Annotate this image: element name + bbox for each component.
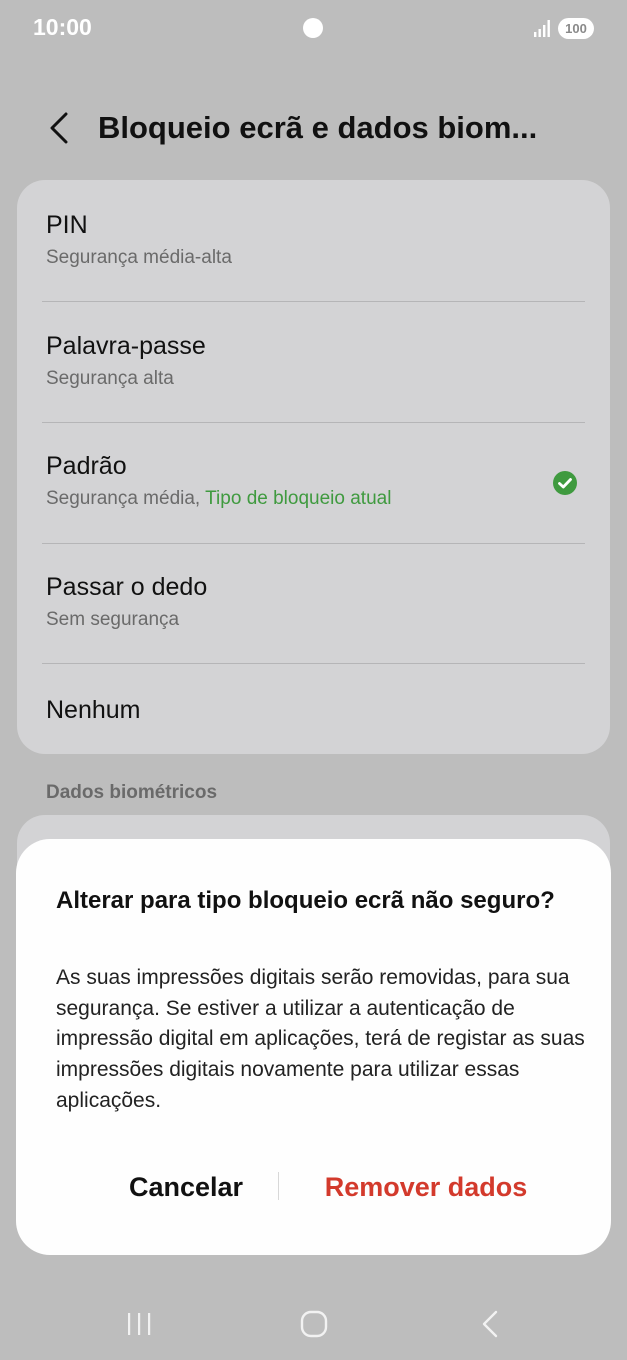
camera-dot	[303, 18, 323, 38]
option-title: Passar o dedo	[46, 573, 208, 601]
check-circle-icon	[553, 471, 577, 495]
current-lock-label: Tipo de bloqueio atual	[205, 488, 392, 509]
navigation-bar	[0, 1290, 627, 1360]
option-pin[interactable]: PIN Segurança média-alta	[46, 210, 586, 271]
option-password[interactable]: Palavra-passe Segurança alta	[46, 331, 586, 392]
biometrics-section-label: Dados biométricos	[46, 782, 218, 803]
button-divider	[278, 1172, 279, 1200]
option-subtitle: Segurança média, Tipo de bloqueio atual	[46, 486, 586, 512]
divider	[42, 543, 585, 544]
option-subtitle: Segurança média-alta	[46, 247, 232, 268]
remove-data-button[interactable]: Remover dados	[306, 1165, 546, 1209]
back-icon[interactable]	[470, 1304, 510, 1344]
status-bar: 10:00 100	[0, 0, 627, 58]
lock-type-list: PIN Segurança média-alta Palavra-passe S…	[17, 180, 610, 754]
option-title: Padrão	[46, 452, 127, 480]
dialog-title: Alterar para tipo bloqueio ecrã não segu…	[56, 887, 555, 914]
chevron-left-icon[interactable]	[42, 110, 78, 146]
option-title: PIN	[46, 211, 88, 239]
divider	[42, 301, 585, 302]
option-title: Nenhum	[46, 696, 141, 724]
battery-icon: 100	[558, 18, 594, 39]
option-subtitle: Sem segurança	[46, 609, 180, 630]
home-icon[interactable]	[294, 1304, 334, 1344]
option-title: Palavra-passe	[46, 332, 206, 360]
signal-icon	[534, 20, 550, 37]
confirm-dialog: Alterar para tipo bloqueio ecrã não segu…	[16, 839, 611, 1255]
option-none[interactable]: Nenhum	[46, 695, 586, 725]
option-swipe[interactable]: Passar o dedo Sem segurança	[46, 572, 586, 633]
option-pattern[interactable]: Padrão Segurança média, Tipo de bloqueio…	[46, 451, 586, 512]
divider	[42, 663, 585, 664]
status-time: 10:00	[33, 14, 92, 40]
cancel-button[interactable]: Cancelar	[96, 1165, 276, 1209]
option-subtitle: Segurança alta	[46, 368, 174, 389]
dialog-message: As suas impressões digitais serão removi…	[56, 966, 585, 1112]
recents-icon[interactable]	[119, 1304, 159, 1344]
option-subtitle-text: Segurança média,	[46, 488, 201, 509]
divider	[42, 422, 585, 423]
page-title: Bloqueio ecrã e dados biom...	[98, 110, 538, 145]
